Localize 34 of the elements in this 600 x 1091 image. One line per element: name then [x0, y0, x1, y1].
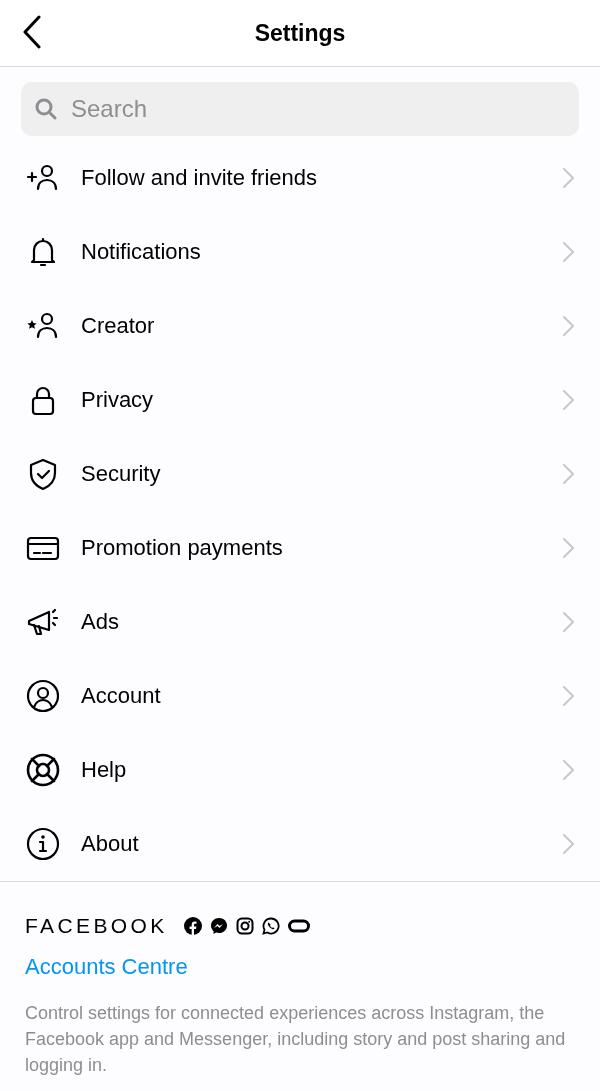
chevron-icon — [561, 759, 575, 781]
settings-item[interactable]: Help — [0, 733, 600, 807]
camera-icon — [235, 917, 254, 935]
settings-item[interactable]: Privacy — [0, 363, 600, 437]
chevron-icon — [561, 389, 575, 411]
info-icon — [25, 826, 61, 862]
chevron-icon — [561, 537, 575, 559]
search-bar[interactable]: Search — [21, 82, 579, 136]
chevron-icon — [561, 315, 575, 337]
chevron-icon — [561, 167, 575, 189]
settings-item[interactable]: Follow and invite friends — [0, 141, 600, 215]
phone-bubble-icon — [261, 917, 280, 935]
settings-item[interactable]: Creator — [0, 289, 600, 363]
footer-description: Control settings for connected experiences across Instagram, the Facebook app and Messenger, including story and post sharing and logging in. — [25, 1002, 567, 1077]
settings-item[interactable]: Account — [0, 659, 600, 733]
account-icon — [25, 678, 61, 714]
settings-item[interactable]: Ads — [0, 585, 600, 659]
chevron-icon — [561, 685, 575, 707]
lifebuoy-icon — [25, 752, 61, 788]
search-icon — [35, 98, 57, 120]
search-field[interactable]: Search — [69, 94, 565, 124]
settings-item[interactable]: Notifications — [0, 215, 600, 289]
settings-item[interactable]: Promotion payments — [0, 511, 600, 585]
settings-item[interactable]: About — [0, 807, 600, 881]
chevron-icon — [561, 833, 575, 855]
headset-icon — [287, 919, 310, 933]
settings-item[interactable]: Security — [0, 437, 600, 511]
chevron-icon — [561, 611, 575, 633]
page-title: Settings — [254, 19, 346, 47]
chevron-icon — [561, 463, 575, 485]
messenger-icon — [209, 917, 228, 935]
brand-wordmark: FACEBOOK — [25, 914, 168, 938]
facebook-icon — [183, 917, 202, 935]
chevron-icon — [561, 241, 575, 263]
